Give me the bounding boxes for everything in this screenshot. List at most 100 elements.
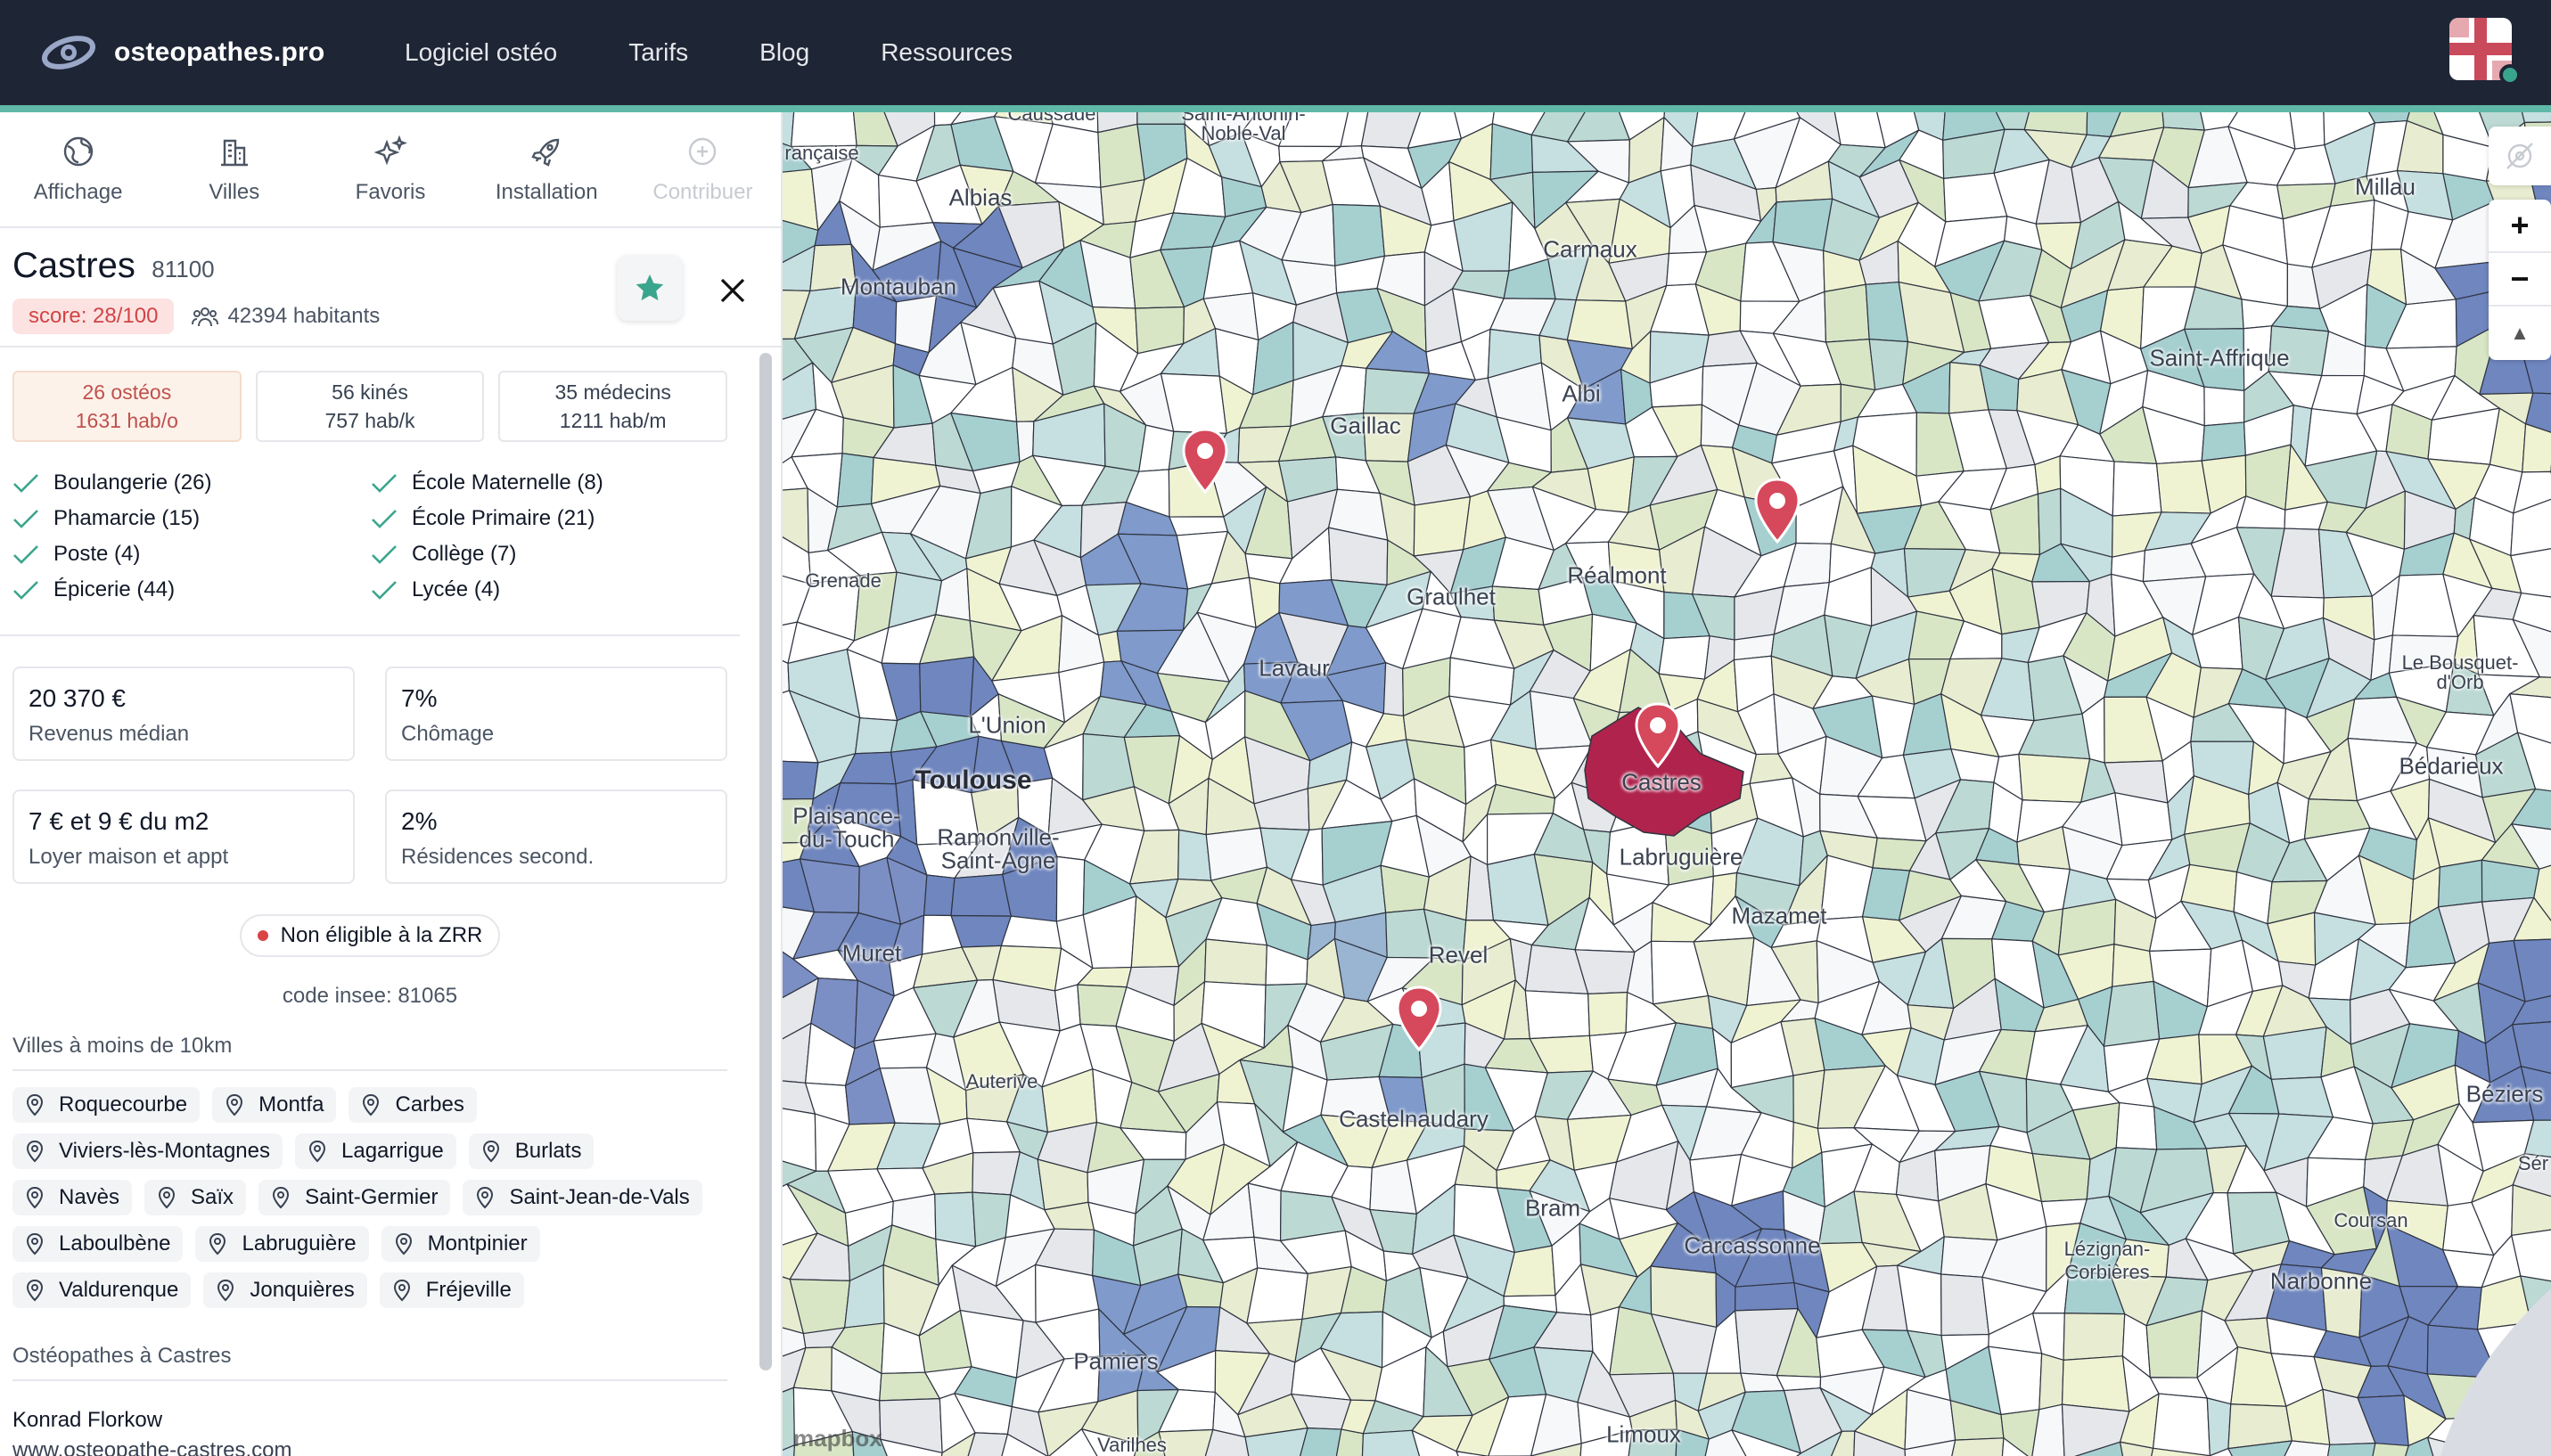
nav-blog[interactable]: Blog <box>759 38 809 67</box>
map-place-label: Graulhet <box>1407 583 1496 610</box>
header-accent-line <box>0 105 2551 112</box>
amenity-item: Lycée (4) <box>371 576 729 604</box>
check-icon <box>13 510 38 528</box>
check-icon <box>372 474 397 493</box>
osteo-website-link[interactable]: www.osteopathe-castres.com <box>12 1438 727 1456</box>
tool-contribuer[interactable]: Contribuer <box>625 112 781 226</box>
nearby-city-chip[interactable]: Lagarrigue <box>295 1133 456 1169</box>
location-pin-icon <box>308 1140 326 1163</box>
map-place-label: Pamiers <box>1073 1347 1159 1375</box>
map-place-label: rançaise <box>784 142 859 164</box>
stat-osteos: 26 ostéos 1631 hab/o <box>12 371 242 442</box>
card-revenus: 20 370 € Revenus médian <box>12 667 355 761</box>
nearby-city-chip[interactable]: Montfa <box>212 1087 337 1123</box>
tool-affichage[interactable]: Affichage <box>0 112 156 226</box>
tool-villes[interactable]: Villes <box>156 112 312 226</box>
nearby-city-chip[interactable]: Laboulbène <box>12 1226 184 1262</box>
nav-ressources[interactable]: Ressources <box>881 38 1013 67</box>
map-pin-icon[interactable] <box>1752 478 1802 545</box>
osteo-name: Konrad Florkow <box>12 1408 163 1432</box>
tool-label: Villes <box>209 180 260 204</box>
close-icon[interactable] <box>713 271 752 310</box>
check-icon <box>13 474 38 493</box>
amenity-item: École Primaire (21) <box>371 504 729 533</box>
map-pin-icon[interactable] <box>1633 702 1683 770</box>
chip-label: Labruguière <box>242 1231 357 1256</box>
nearby-city-chip[interactable]: Roquecourbe <box>12 1087 201 1123</box>
map-place-label: Gaillac <box>1330 412 1401 439</box>
nearby-city-chip[interactable]: Burlats <box>468 1133 595 1169</box>
map-place-label: Carcassonne <box>1684 1231 1821 1259</box>
nav-tarifs[interactable]: Tarifs <box>628 38 688 67</box>
check-icon <box>13 545 38 564</box>
location-pin-icon <box>226 1093 243 1117</box>
location-pin-icon <box>26 1140 44 1163</box>
plus-circle-icon <box>689 137 717 166</box>
compass-icon: ▲ <box>2510 322 2530 344</box>
health-stats: 26 ostéos 1631 hab/o 56 kinés 757 hab/k 35… <box>12 371 728 442</box>
mapbox-attribution[interactable]: mapbox <box>793 1425 882 1452</box>
nearby-city-chip[interactable]: Carbes <box>349 1087 477 1123</box>
amenities-list: Boulangerie (26) École Maternelle (8) Ph… <box>12 469 727 604</box>
geolocate-button[interactable] <box>2489 127 2551 185</box>
location-off-icon <box>2506 143 2533 169</box>
nearby-city-chip[interactable]: Viviers-lès-Montagnes <box>12 1133 283 1169</box>
people-icon <box>192 307 219 327</box>
location-pin-icon <box>395 1232 412 1256</box>
map-place-label: Castelnaudary <box>1339 1105 1489 1133</box>
choropleth-map[interactable]: Caussade Saint-Antonin- Noble-Val rançaise A… <box>783 112 2551 1456</box>
map-place-label: Montauban <box>840 273 957 300</box>
nearby-city-chip[interactable]: Saïx <box>144 1180 247 1215</box>
favorite-button[interactable] <box>617 255 683 321</box>
map-place-label: Millau <box>2355 173 2416 200</box>
chip-label: Montpinier <box>427 1231 528 1256</box>
map-place-label: L'Union <box>968 711 1046 739</box>
location-pin-icon <box>273 1186 290 1209</box>
brand[interactable]: osteopathes.pro <box>39 32 369 73</box>
map-place-label: Labruguière <box>1619 843 1743 871</box>
score-badge: score: 28/100 <box>12 299 175 334</box>
amenity-item: Phamarcie (15) <box>12 504 371 533</box>
nearby-cities: Roquecourbe Montfa Carbes Viviers-lès-Monta… <box>12 1087 726 1308</box>
zoom-in-button[interactable]: + <box>2489 200 2551 253</box>
map-place-label: Sér <box>2517 1152 2549 1174</box>
map-place-label: Castres <box>1621 768 1702 796</box>
city-side-panel: Affichage Villes Favoris Installation Co… <box>0 112 783 1456</box>
check-icon <box>372 581 397 600</box>
stat-kines: 56 kinés 757 hab/k <box>255 371 485 442</box>
chip-label: Viviers-lès-Montagnes <box>59 1139 270 1163</box>
location-pin-icon <box>477 1186 494 1209</box>
panel-scrollbar[interactable] <box>759 353 772 1370</box>
tool-installation[interactable]: Installation <box>469 112 625 226</box>
location-pin-icon <box>209 1232 226 1256</box>
nearby-city-chip[interactable]: Valdurenque <box>12 1272 192 1308</box>
check-icon <box>372 510 397 528</box>
nearby-city-chip[interactable]: Fréjeville <box>379 1272 524 1308</box>
nav-logiciel-osteo[interactable]: Logiciel ostéo <box>405 38 557 67</box>
nearby-city-chip[interactable]: Saint-Jean-de-Vals <box>463 1180 702 1215</box>
nearby-city-chip[interactable]: Saint-Germier <box>258 1180 451 1215</box>
map-zoom-controls: + − ▲ <box>2489 200 2551 360</box>
map-pin-icon[interactable] <box>1394 986 1444 1053</box>
card-loyer: 7 € et 9 € du m2 Loyer maison et appt <box>12 789 355 884</box>
compass-button[interactable]: ▲ <box>2489 307 2551 360</box>
check-icon <box>13 581 38 600</box>
zoom-out-button[interactable]: − <box>2489 253 2551 307</box>
map-place-label: Bram <box>1524 1194 1581 1222</box>
chip-label: Navès <box>59 1185 120 1209</box>
tool-label: Affichage <box>33 180 123 204</box>
status-dot <box>257 930 268 941</box>
map-place-label: Varilhes <box>1097 1434 1167 1456</box>
nearby-city-chip[interactable]: Jonquières <box>203 1272 367 1308</box>
nearby-city-chip[interactable]: Labruguière <box>195 1226 369 1262</box>
nearby-city-chip[interactable]: Montpinier <box>381 1226 540 1262</box>
map-place-label: Corbières <box>2064 1261 2150 1283</box>
amenity-item: Collège (7) <box>371 540 729 568</box>
chip-label: Burlats <box>514 1139 582 1163</box>
nearby-city-chip[interactable]: Navès <box>12 1180 133 1215</box>
map-pin-icon[interactable] <box>1180 428 1230 495</box>
map-place-label: Lézignan- <box>2063 1238 2151 1260</box>
population: 42394 habitants <box>192 304 380 329</box>
map-place-label: Carmaux <box>1543 235 1637 263</box>
tool-favoris[interactable]: Favoris <box>312 112 468 226</box>
